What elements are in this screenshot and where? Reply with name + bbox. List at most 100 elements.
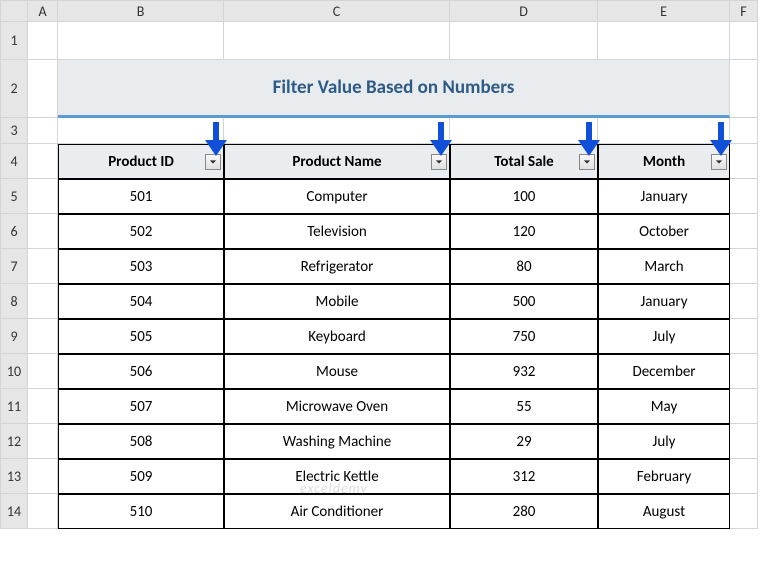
data-cell[interactable]: 932 [450, 354, 598, 389]
cell[interactable] [730, 424, 758, 459]
row-header-4[interactable]: 4 [0, 144, 28, 179]
filter-dropdown-icon[interactable] [431, 154, 447, 170]
data-cell[interactable]: 502 [58, 214, 224, 249]
col-header-c[interactable]: C [224, 0, 450, 22]
data-cell[interactable]: Electric Kettle [224, 459, 450, 494]
data-cell[interactable]: Mouse [224, 354, 450, 389]
select-all-corner[interactable] [0, 0, 28, 22]
data-cell[interactable]: December [598, 354, 730, 389]
data-cell[interactable]: August [598, 494, 730, 529]
data-cell[interactable]: 507 [58, 389, 224, 424]
col-header-f[interactable]: F [730, 0, 758, 22]
cell[interactable] [450, 22, 598, 60]
cell[interactable] [28, 354, 58, 389]
data-cell[interactable]: 508 [58, 424, 224, 459]
col-header-d[interactable]: D [450, 0, 598, 22]
data-cell[interactable]: 505 [58, 319, 224, 354]
row-header-5[interactable]: 5 [0, 179, 28, 214]
cell[interactable] [730, 354, 758, 389]
filter-dropdown-icon[interactable] [711, 154, 727, 170]
data-cell[interactable]: Keyboard [224, 319, 450, 354]
cell[interactable] [598, 118, 730, 144]
data-cell[interactable]: 503 [58, 249, 224, 284]
cell[interactable] [730, 214, 758, 249]
row-header-2[interactable]: 2 [0, 60, 28, 118]
cell[interactable] [28, 459, 58, 494]
data-cell[interactable]: 510 [58, 494, 224, 529]
data-cell[interactable]: 100 [450, 179, 598, 214]
data-cell[interactable]: 500 [450, 284, 598, 319]
row-header-11[interactable]: 11 [0, 389, 28, 424]
cell[interactable] [730, 319, 758, 354]
cell[interactable] [598, 22, 730, 60]
row-header-10[interactable]: 10 [0, 354, 28, 389]
data-cell[interactable]: 312 [450, 459, 598, 494]
cell[interactable] [730, 389, 758, 424]
data-cell[interactable]: Refrigerator [224, 249, 450, 284]
row-header-3[interactable]: 3 [0, 118, 28, 144]
row-header-7[interactable]: 7 [0, 249, 28, 284]
data-cell[interactable]: July [598, 424, 730, 459]
data-cell[interactable]: Television [224, 214, 450, 249]
data-cell[interactable]: January [598, 179, 730, 214]
row-header-9[interactable]: 9 [0, 319, 28, 354]
cell[interactable] [224, 22, 450, 60]
data-cell[interactable]: Air Conditioner [224, 494, 450, 529]
data-cell[interactable]: 506 [58, 354, 224, 389]
data-cell[interactable]: Washing Machine [224, 424, 450, 459]
cell[interactable] [28, 22, 58, 60]
data-cell[interactable]: 80 [450, 249, 598, 284]
cell[interactable] [28, 214, 58, 249]
data-cell[interactable]: Mobile [224, 284, 450, 319]
cell[interactable] [28, 494, 58, 529]
cell[interactable] [450, 118, 598, 144]
data-cell[interactable]: February [598, 459, 730, 494]
cell[interactable] [28, 284, 58, 319]
header-product-id[interactable]: Product ID [58, 144, 224, 179]
header-total-sale[interactable]: Total Sale [450, 144, 598, 179]
col-header-b[interactable]: B [58, 0, 224, 22]
data-cell[interactable]: 55 [450, 389, 598, 424]
header-product-name[interactable]: Product Name [224, 144, 450, 179]
col-header-a[interactable]: A [28, 0, 58, 22]
row-header-12[interactable]: 12 [0, 424, 28, 459]
data-cell[interactable]: 509 [58, 459, 224, 494]
title-cell[interactable]: Filter Value Based on Numbers [58, 60, 730, 118]
cell[interactable] [730, 179, 758, 214]
data-cell[interactable]: 504 [58, 284, 224, 319]
cell[interactable] [224, 118, 450, 144]
cell[interactable] [28, 60, 58, 118]
col-header-e[interactable]: E [598, 0, 730, 22]
row-header-6[interactable]: 6 [0, 214, 28, 249]
cell[interactable] [730, 249, 758, 284]
header-month[interactable]: Month [598, 144, 730, 179]
cell[interactable] [28, 389, 58, 424]
cell[interactable] [28, 179, 58, 214]
data-cell[interactable]: 750 [450, 319, 598, 354]
cell[interactable] [28, 424, 58, 459]
cell[interactable] [28, 144, 58, 179]
row-header-13[interactable]: 13 [0, 459, 28, 494]
data-cell[interactable]: 280 [450, 494, 598, 529]
cell[interactable] [28, 319, 58, 354]
row-header-8[interactable]: 8 [0, 284, 28, 319]
data-cell[interactable]: October [598, 214, 730, 249]
cell[interactable] [730, 118, 758, 144]
data-cell[interactable]: Computer [224, 179, 450, 214]
data-cell[interactable]: July [598, 319, 730, 354]
data-cell[interactable]: 29 [450, 424, 598, 459]
filter-dropdown-icon[interactable] [205, 154, 221, 170]
cell[interactable] [730, 459, 758, 494]
row-header-14[interactable]: 14 [0, 494, 28, 529]
data-cell[interactable]: 120 [450, 214, 598, 249]
cell[interactable] [28, 249, 58, 284]
cell[interactable] [730, 144, 758, 179]
cell[interactable] [730, 494, 758, 529]
data-cell[interactable]: January [598, 284, 730, 319]
data-cell[interactable]: March [598, 249, 730, 284]
data-cell[interactable]: 501 [58, 179, 224, 214]
cell[interactable] [730, 284, 758, 319]
data-cell[interactable]: May [598, 389, 730, 424]
filter-dropdown-icon[interactable] [579, 154, 595, 170]
cell[interactable] [58, 22, 224, 60]
